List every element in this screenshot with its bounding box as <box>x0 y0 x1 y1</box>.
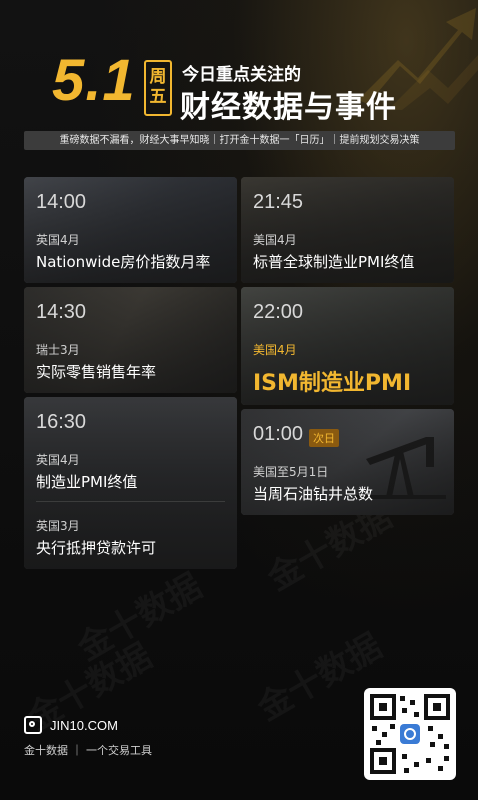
event-title: 标普全球制造业PMI终值 <box>253 253 415 271</box>
headline-big: 财经数据与事件 <box>180 90 397 125</box>
event-title: Nationwide房价指数月率 <box>36 253 211 271</box>
event-country: 英国4月 <box>36 233 80 247</box>
header: 5.1 周 五 今日重点关注的 财经数据与事件 <box>0 0 478 130</box>
date: 5.1 <box>52 48 136 113</box>
event-card[interactable]: 01:00 次日 美国至5月1日 当周石油钻井总数 <box>241 409 454 515</box>
event-card[interactable]: 21:45 美国4月 标普全球制造业PMI终值 <box>241 177 454 283</box>
qr-code-icon <box>370 694 450 774</box>
footer-logo-row: JIN10.COM <box>24 716 118 734</box>
event-card[interactable]: 16:30 英国4月 制造业PMI终值 英国3月 央行抵押贷款许可 <box>24 397 237 569</box>
event-title: 央行抵押贷款许可 <box>36 539 157 557</box>
event-time: 22:00 <box>253 301 304 323</box>
event-time: 21:45 <box>253 191 304 213</box>
jin10-logo-icon <box>24 716 42 734</box>
event-title: 制造业PMI终值 <box>36 473 138 491</box>
event-country: 美国4月 <box>253 233 297 247</box>
footer-slogan: 金十数据 ｜ 一个交易工具 <box>24 744 152 757</box>
site-url[interactable]: JIN10.COM <box>50 718 118 733</box>
weekday-char: 五 <box>149 87 167 107</box>
weekday-box: 周 五 <box>144 60 172 116</box>
event-card[interactable]: 14:00 英国4月 Nationwide房价指数月率 <box>24 177 237 283</box>
event-time: 16:30 <box>36 411 87 433</box>
qr-code[interactable] <box>364 688 456 780</box>
event-title: 当周石油钻井总数 <box>253 485 374 503</box>
event-card-highlight[interactable]: 22:00 美国4月 ISM制造业PMI <box>241 287 454 405</box>
event-title: ISM制造业PMI <box>253 371 412 396</box>
event-country: 美国4月 <box>253 343 297 357</box>
weekday-char: 周 <box>149 67 167 88</box>
event-time: 14:30 <box>36 301 87 323</box>
event-country: 美国至5月1日 <box>253 465 329 479</box>
event-card[interactable]: 14:30 瑞士3月 实际零售销售年率 <box>24 287 237 393</box>
event-title: 实际零售销售年率 <box>36 363 157 381</box>
divider <box>36 501 225 502</box>
tagline: 重磅数据不漏看，财经大事早知晓｜打开金十数据一「日历」｜提前规划交易决策 <box>24 131 455 150</box>
event-time: 01:00 <box>253 423 304 445</box>
event-country: 英国3月 <box>36 519 80 533</box>
event-country: 英国4月 <box>36 453 80 467</box>
event-time: 14:00 <box>36 191 87 213</box>
next-day-badge: 次日 <box>309 429 339 447</box>
event-country: 瑞士3月 <box>36 343 80 357</box>
